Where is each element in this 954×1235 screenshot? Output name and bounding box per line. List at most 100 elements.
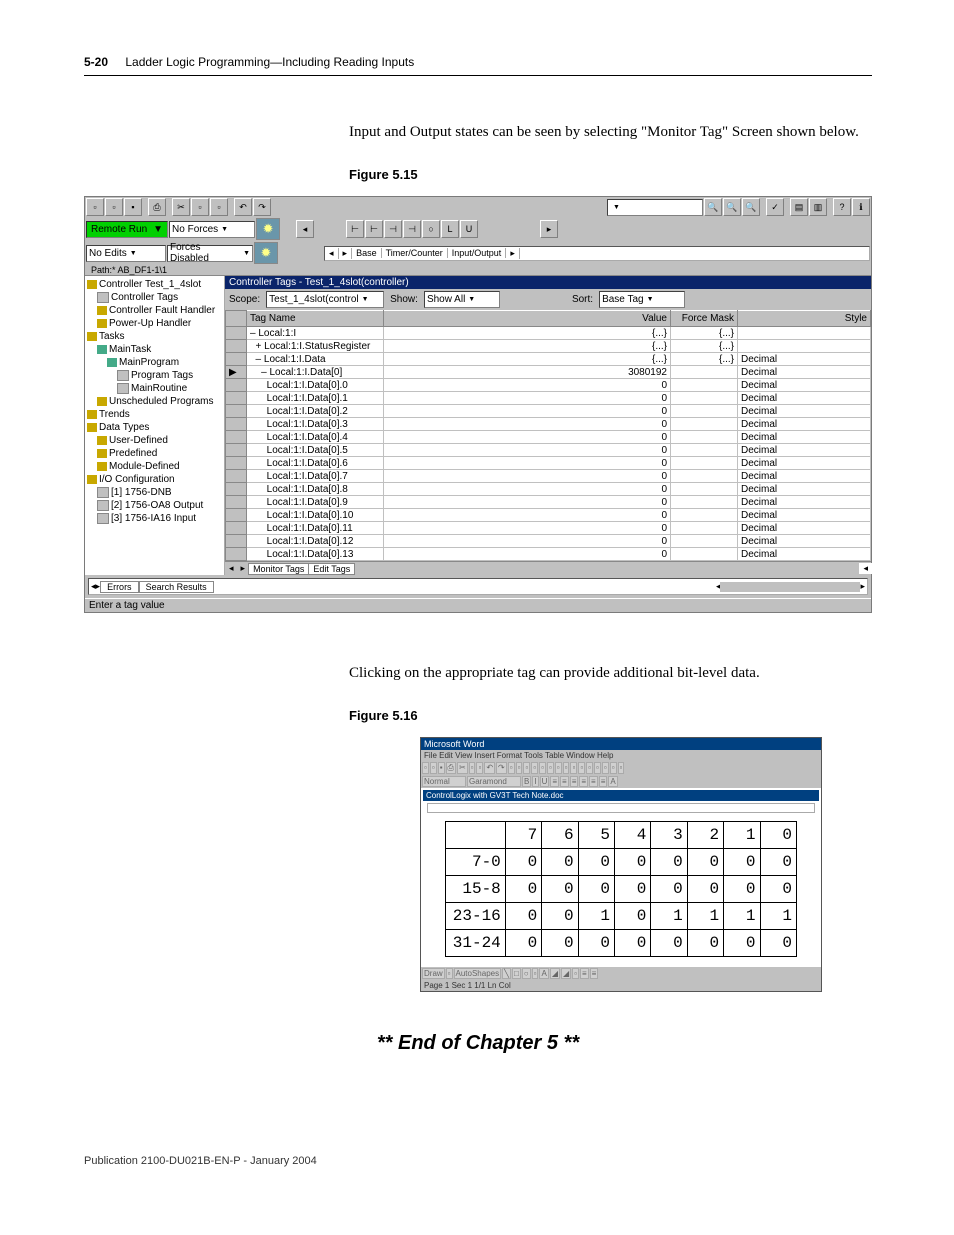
forces-dropdown[interactable]: No Forces▼ <box>169 221 255 238</box>
tab-errors[interactable]: Errors <box>100 581 139 593</box>
column-header[interactable]: Force Mask <box>671 311 738 327</box>
table-row[interactable]: Local:1:I.Data[0].00Decimal <box>226 379 871 392</box>
table-row[interactable]: – Local:1:I{...}{...} <box>226 327 871 340</box>
tree-item[interactable]: Module-Defined <box>87 460 222 473</box>
table-row[interactable]: Local:1:I.Data[0].90Decimal <box>226 496 871 509</box>
tag-grid[interactable]: Tag NameValueForce MaskStyle– Local:1:I{… <box>225 310 871 561</box>
tag-search-dropdown[interactable]: ▼ <box>607 199 703 216</box>
find-icon[interactable]: 🔍 <box>704 198 722 216</box>
ote-icon[interactable]: ○ <box>422 220 440 238</box>
tree-item[interactable]: Unscheduled Programs <box>87 395 222 408</box>
word-toolbar-1[interactable]: ▫▫▪⎙✂▫▫↶↷▫▫▫▫▫▫▫▫▫▫▫▫▫▫▫ <box>421 761 821 775</box>
scope-dropdown[interactable]: Test_1_4slot(control▼ <box>266 291 384 308</box>
xio-icon[interactable]: ⊣ <box>403 220 421 238</box>
tree-item[interactable]: MainProgram <box>87 356 222 369</box>
tree-item[interactable]: User-Defined <box>87 434 222 447</box>
tile-h-icon[interactable]: ▤ <box>790 198 808 216</box>
tree-item[interactable]: Controller Tags <box>87 291 222 304</box>
tree-item[interactable]: Tasks <box>87 330 222 343</box>
tree-item[interactable]: Power-Up Handler <box>87 317 222 330</box>
word-menubar[interactable]: File Edit View Insert Format Tools Table… <box>421 750 821 761</box>
ruler[interactable] <box>427 803 815 813</box>
bit-value: 1 <box>651 903 687 930</box>
undo-icon[interactable]: ↶ <box>234 198 252 216</box>
table-row[interactable]: Local:1:I.Data[0].80Decimal <box>226 483 871 496</box>
save-icon[interactable]: ▪ <box>124 198 142 216</box>
show-dropdown[interactable]: Show All▼ <box>424 291 500 308</box>
tab-edit[interactable]: Edit Tags <box>308 563 355 575</box>
new-icon[interactable]: ▫ <box>86 198 104 216</box>
table-row[interactable]: Local:1:I.Data[0].20Decimal <box>226 405 871 418</box>
gear-icon[interactable]: ✹ <box>256 218 280 240</box>
tree-item[interactable]: Predefined <box>87 447 222 460</box>
tile-v-icon[interactable]: ▥ <box>809 198 827 216</box>
tree-item[interactable]: I/O Configuration <box>87 473 222 486</box>
print-icon[interactable]: ⎙ <box>148 198 166 216</box>
tree-item[interactable]: Trends <box>87 408 222 421</box>
gear2-icon[interactable]: ✹ <box>254 242 278 264</box>
table-row[interactable]: – Local:1:I.Data{...}{...}Decimal <box>226 353 871 366</box>
about-icon[interactable]: ℹ <box>852 198 870 216</box>
table-row[interactable]: Local:1:I.Data[0].120Decimal <box>226 535 871 548</box>
table-row[interactable]: Local:1:I.Data[0].130Decimal <box>226 548 871 561</box>
redo-icon[interactable]: ↷ <box>253 198 271 216</box>
tab-search-results[interactable]: Search Results <box>139 581 214 593</box>
table-row[interactable]: Local:1:I.Data[0].60Decimal <box>226 457 871 470</box>
table-row[interactable]: ▶ – Local:1:I.Data[0]3080192Decimal <box>226 366 871 379</box>
table-row[interactable]: Local:1:I.Data[0].70Decimal <box>226 470 871 483</box>
table-row[interactable]: Local:1:I.Data[0].30Decimal <box>226 418 871 431</box>
remote-run-indicator[interactable]: Remote Run▼ <box>86 221 168 238</box>
tree-item[interactable]: [3] 1756-IA16 Input <box>87 512 222 525</box>
column-header[interactable]: Tag Name <box>247 311 384 327</box>
table-row[interactable]: Local:1:I.Data[0].10Decimal <box>226 392 871 405</box>
find-next-icon[interactable]: 🔍 <box>723 198 741 216</box>
tree-item[interactable]: [1] 1756-DNB <box>87 486 222 499</box>
forcemask-cell <box>671 535 738 548</box>
edits-dropdown[interactable]: No Edits▼ <box>86 245 166 262</box>
branch-icon[interactable]: ⊢ <box>365 220 383 238</box>
bit-header: 7 <box>505 822 541 849</box>
tree-item[interactable]: [2] 1756-OA8 Output <box>87 499 222 512</box>
cut-icon[interactable]: ✂ <box>172 198 190 216</box>
tree-item[interactable]: MainRoutine <box>87 382 222 395</box>
column-header[interactable]: Style <box>738 311 871 327</box>
sort-dropdown[interactable]: Base Tag▼ <box>599 291 685 308</box>
tree-item[interactable]: Data Types <box>87 421 222 434</box>
tab-monitor[interactable]: Monitor Tags <box>248 563 309 575</box>
nav-prev-icon[interactable]: ◂ <box>296 220 314 238</box>
tree-item[interactable]: Controller Test_1_4slot <box>87 278 222 291</box>
value-cell: 0 <box>384 392 671 405</box>
copy-icon[interactable]: ▫ <box>191 198 209 216</box>
forces-disabled-dropdown[interactable]: Forces Disabled▼ <box>167 245 253 262</box>
instruction-tabstrip[interactable]: ◂▸BaseTimer/CounterInput/Output▸ <box>324 246 870 261</box>
tree-item[interactable]: MainTask <box>87 343 222 356</box>
tree-item-label: Unscheduled Programs <box>109 395 214 408</box>
bit-value: 0 <box>542 903 578 930</box>
help-icon[interactable]: ? <box>833 198 851 216</box>
tree-item[interactable]: Program Tags <box>87 369 222 382</box>
table-row[interactable]: + Local:1:I.StatusRegister{...}{...} <box>226 340 871 353</box>
table-row[interactable]: Local:1:I.Data[0].40Decimal <box>226 431 871 444</box>
otu-icon[interactable]: U <box>460 220 478 238</box>
error-bar[interactable]: ◂▸ Errors Search Results ◂▸ <box>88 578 868 595</box>
verify-icon[interactable]: ✓ <box>766 198 784 216</box>
word-toolbar-2[interactable]: NormalGaramondBIU≡≡≡≡≡≡A <box>421 775 821 788</box>
tree-item[interactable]: Controller Fault Handler <box>87 304 222 317</box>
open-icon[interactable]: ▫ <box>105 198 123 216</box>
xic-icon[interactable]: ⊣ <box>384 220 402 238</box>
grid-bottom-tabs[interactable]: ◂▸ Monitor Tags Edit Tags ◂ <box>225 561 871 575</box>
table-row[interactable]: Local:1:I.Data[0].110Decimal <box>226 522 871 535</box>
controller-tree[interactable]: Controller Test_1_4slotController TagsCo… <box>85 276 225 575</box>
paste-icon[interactable]: ▫ <box>210 198 228 216</box>
chapter-end: ** End of Chapter 5 ** <box>84 1032 872 1055</box>
otl-icon[interactable]: L <box>441 220 459 238</box>
table-row[interactable]: Local:1:I.Data[0].100Decimal <box>226 509 871 522</box>
column-header[interactable]: Value <box>384 311 671 327</box>
nav-next-icon[interactable]: ▸ <box>540 220 558 238</box>
table-row[interactable]: Local:1:I.Data[0].50Decimal <box>226 444 871 457</box>
word-toolbar-drawing[interactable]: Draw▫AutoShapes╲□○▫A◢◢▫≡≡ <box>421 967 821 980</box>
find-prev-icon[interactable]: 🔍 <box>742 198 760 216</box>
rung-icon[interactable]: ⊢ <box>346 220 364 238</box>
body-paragraph-1: Input and Output states can be seen by s… <box>349 122 872 143</box>
word-titlebar: Microsoft Word <box>421 738 821 750</box>
